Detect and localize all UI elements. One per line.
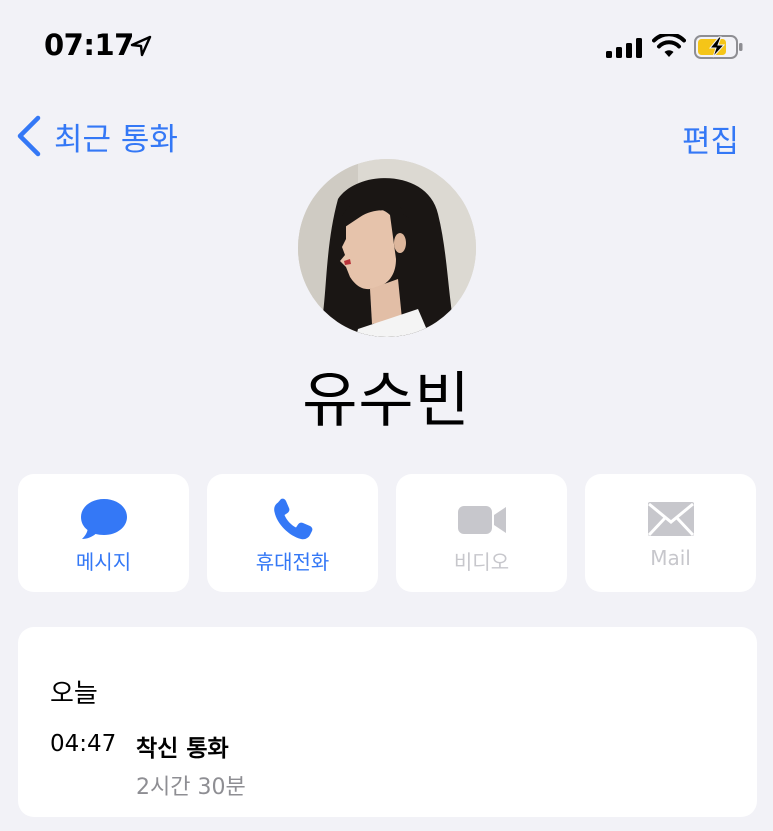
video-camera-icon: [457, 506, 506, 534]
battery-charging-icon: [694, 35, 743, 59]
video-button-label: 비디오: [453, 550, 510, 574]
message-bubble-icon: [80, 499, 127, 539]
edit-button[interactable]: 편집: [682, 116, 739, 161]
back-button-label: 최근 통화: [54, 121, 178, 158]
wifi-icon: [652, 34, 686, 57]
status-bar: 07:17: [0, 0, 773, 92]
mail-button-label: Mail: [650, 546, 691, 570]
action-buttons: 메시지 휴대전화 비디오 Mail: [18, 474, 757, 592]
call-type: 착신 통화: [136, 736, 229, 762]
location-arrow-icon: [130, 35, 152, 57]
status-time: 07:17: [44, 28, 134, 62]
video-button[interactable]: 비디오: [396, 474, 567, 592]
mobile-call-button-label: 휴대전화: [255, 550, 330, 574]
phone-icon: [273, 498, 312, 540]
cellular-signal-icon: [606, 38, 642, 58]
contact-avatar: [298, 159, 476, 337]
avatar-photo: [298, 159, 476, 337]
mail-button[interactable]: Mail: [585, 474, 756, 592]
mobile-call-button[interactable]: 휴대전화: [207, 474, 378, 592]
call-duration: 2시간 30분: [136, 775, 246, 800]
back-button[interactable]: 최근 통화: [14, 112, 178, 160]
message-button[interactable]: 메시지: [18, 474, 189, 592]
chevron-left-icon: [17, 115, 41, 157]
message-button-label: 메시지: [75, 550, 132, 574]
mail-envelope-icon: [647, 502, 694, 537]
contact-name: 유수빈: [302, 366, 471, 436]
call-time: 04:47: [50, 731, 117, 757]
call-history-day: 오늘: [50, 679, 98, 709]
call-history-card: 오늘 04:47 착신 통화 2시간 30분: [18, 627, 757, 817]
